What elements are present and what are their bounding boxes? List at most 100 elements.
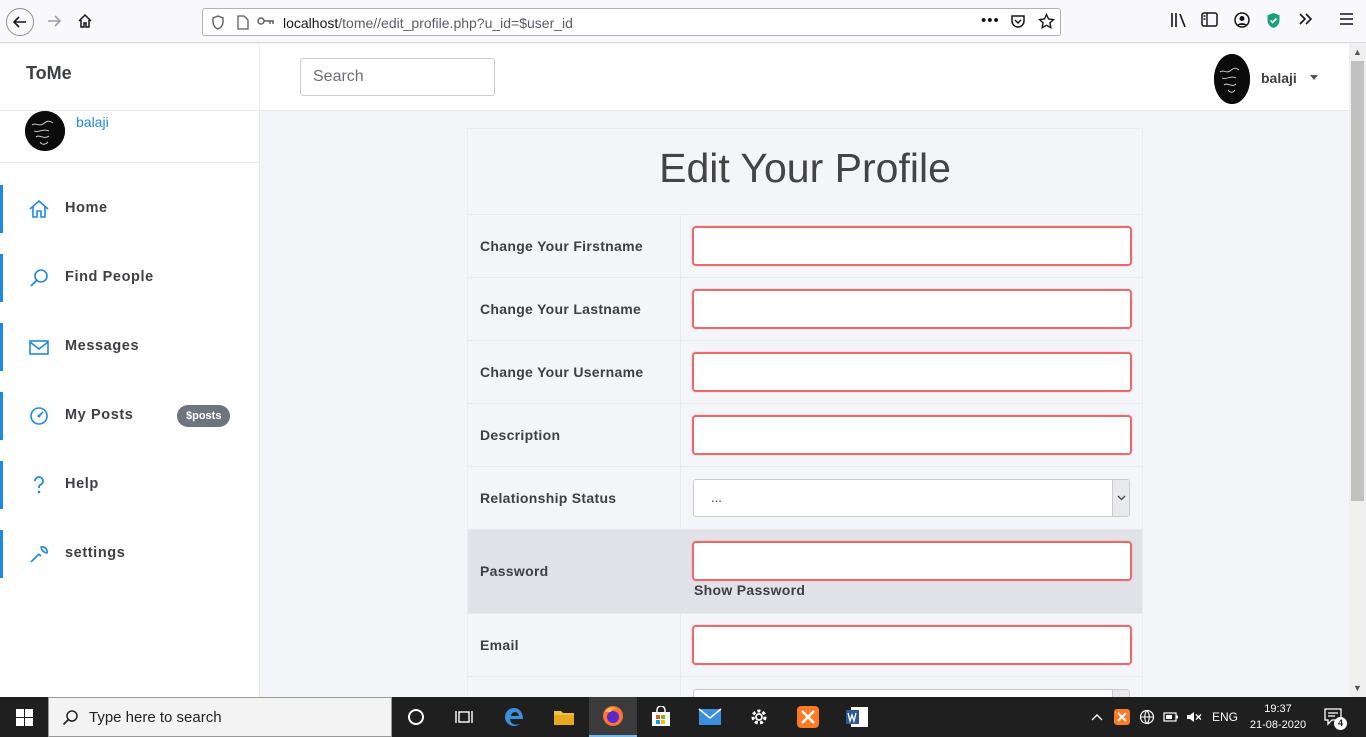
tray-network[interactable] [1139,697,1155,737]
taskbar-app-xampp[interactable] [784,697,832,737]
speaker-muted-icon [1187,712,1202,722]
gauge-icon [28,405,50,427]
sidebar-item-messages[interactable]: Messages [0,323,259,371]
clock-time: 19:37 [1264,703,1292,715]
lastname-input[interactable] [692,289,1132,329]
tray-language[interactable]: ENG [1212,697,1238,737]
relationship-select[interactable]: ... [693,479,1130,517]
sidebar-item-label: Home [65,200,108,216]
taskbar-search[interactable]: Type here to search [48,697,392,737]
sidebar-item-label: settings [65,545,126,561]
page-scrollbar[interactable]: ▲ ▼ [1349,44,1366,697]
firstname-row: Change Your Firstname [468,214,1142,277]
show-hidden-icons-button[interactable] [1091,697,1103,737]
home-button[interactable] [71,7,99,35]
user-menu-name[interactable]: balaji [1261,70,1297,86]
page-title: Edit Your Profile [659,145,951,191]
back-button[interactable] [6,8,34,36]
start-button[interactable] [0,697,48,737]
overflow-chevrons-icon[interactable] [1298,12,1314,30]
sidebar-item-label: Messages [65,338,140,354]
search-input[interactable] [300,58,495,96]
username-input[interactable] [692,352,1132,392]
help-icon [28,474,50,496]
scroll-down-icon[interactable]: ▼ [1353,683,1362,693]
sidebar-item-my-posts[interactable]: My Posts $posts [0,392,259,440]
taskbar-app-file-explorer[interactable] [540,697,588,737]
email-input[interactable] [692,625,1132,665]
url-text[interactable]: localhost/tome//edit_profile.php?u_id=$u… [283,15,573,31]
sidebar-item-settings[interactable]: settings [0,530,259,578]
page-actions-icon[interactable]: ••• [981,12,1000,29]
tray-volume[interactable] [1186,697,1202,737]
show-password-toggle[interactable]: Show Password [694,582,805,598]
chevron-down-icon[interactable] [1112,480,1129,516]
key-icon[interactable] [257,15,275,30]
scroll-thumb[interactable] [1351,61,1364,501]
windows-taskbar: Type here to search ENG 19:37 21-08-2020… [0,697,1366,737]
notification-count: 4 [1334,717,1347,730]
taskbar-app-settings[interactable] [735,697,783,737]
row-divider [680,278,681,340]
globe-icon [1139,709,1155,725]
bookmark-star-icon[interactable] [1037,12,1056,34]
password-label: Password [480,563,549,579]
back-arrow-icon [12,16,26,28]
caret-down-icon[interactable] [1310,75,1318,80]
lastname-row: Change Your Lastname [468,277,1142,340]
description-label: Description [480,427,561,443]
password-input[interactable] [692,541,1132,581]
clock-date: 21-08-2020 [1249,719,1307,731]
next-row [468,676,1142,697]
cortana-button[interactable] [392,697,440,737]
taskbar-app-mail[interactable] [686,697,734,737]
forward-button[interactable] [40,7,68,35]
taskbar-clock[interactable]: 19:37 21-08-2020 [1238,701,1318,733]
action-center-button[interactable]: 4 [1324,697,1347,737]
chevron-down-icon[interactable] [1112,690,1129,697]
url-host: localhost [283,15,339,31]
scroll-up-icon[interactable]: ▲ [1353,47,1362,57]
folder-icon [554,711,574,725]
address-bar[interactable]: localhost/tome//edit_profile.php?u_id=$u… [202,8,1061,36]
edge-icon [505,708,523,726]
sidebar-item-home[interactable]: Home [0,185,259,233]
top-navbar: ToMe balaji [0,44,1349,111]
taskbar-app-store[interactable] [637,697,685,737]
sidebar-username[interactable]: balaji [76,114,109,130]
next-select[interactable] [693,689,1130,697]
pocket-icon[interactable] [1010,13,1026,33]
library-icon[interactable] [1170,12,1188,32]
search-icon [28,267,50,289]
mail-icon [698,708,722,725]
page-icon [237,15,249,33]
firstname-input[interactable] [692,226,1132,266]
tracking-shield-icon[interactable] [211,15,225,33]
row-divider [680,467,681,529]
taskbar-search-placeholder: Type here to search [89,709,222,726]
hamburger-menu-icon[interactable] [1339,12,1354,30]
brand-logo[interactable]: ToMe [26,63,72,84]
sidebar-avatar[interactable] [25,111,65,151]
tray-xampp[interactable] [1114,697,1130,737]
email-label: Email [480,637,519,653]
username-label: Change Your Username [480,364,644,380]
description-input[interactable] [692,415,1132,455]
tray-battery[interactable] [1163,697,1179,737]
sidebar-item-find-people[interactable]: Find People [0,254,259,302]
task-view-button[interactable] [440,697,488,737]
taskbar-app-edge[interactable] [490,697,538,737]
email-row: Email [468,613,1142,676]
account-icon[interactable] [1234,12,1250,32]
sidebar-item-help[interactable]: Help [0,461,259,509]
taskbar-app-word[interactable] [833,697,881,737]
store-bag-icon [652,706,670,726]
taskbar-app-firefox[interactable] [589,697,637,737]
sidebar-toggle-icon[interactable] [1201,12,1218,31]
avatar[interactable] [1214,54,1250,104]
windows-logo-icon [15,708,33,726]
cortana-circle-icon [408,709,424,725]
gear-icon [751,709,767,725]
extension-shield-icon[interactable] [1266,12,1281,33]
brand-area: ToMe [0,44,260,111]
